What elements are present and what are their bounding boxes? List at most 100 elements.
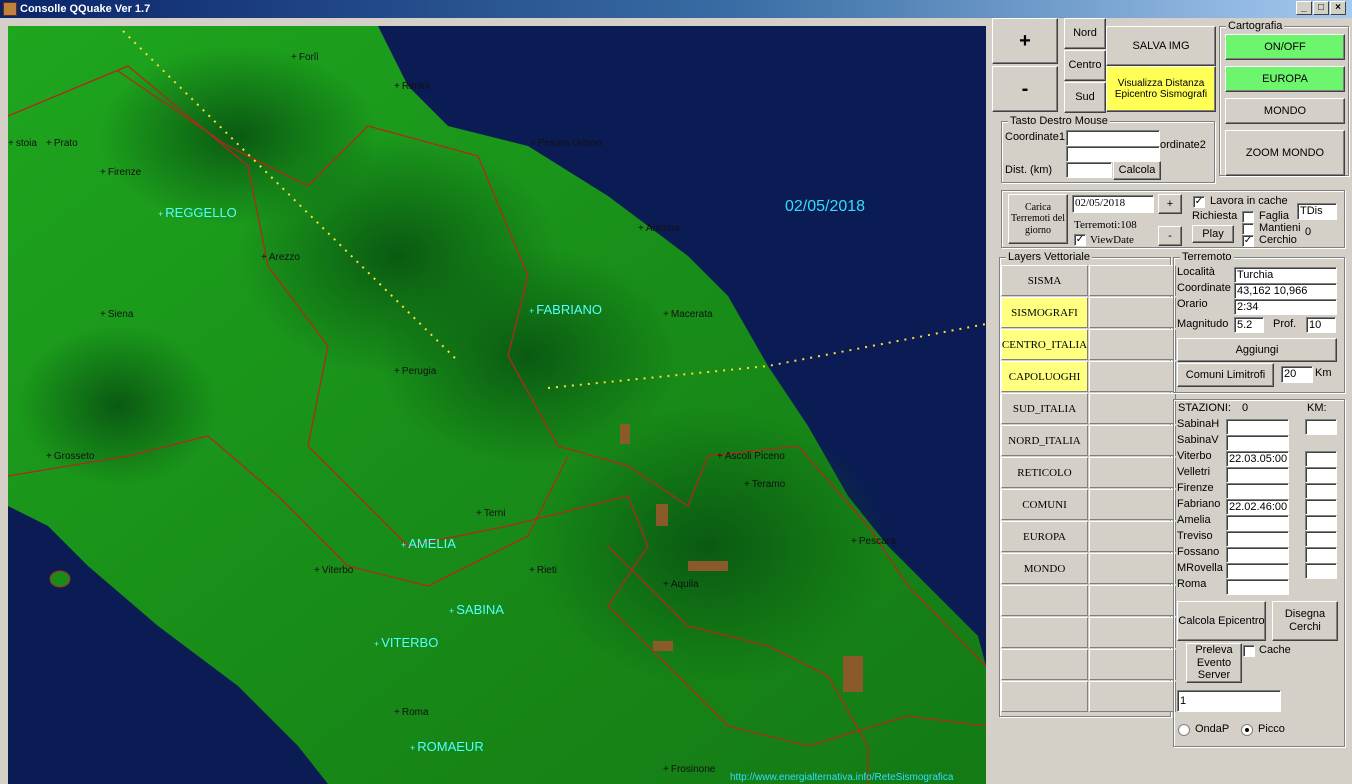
layer-empty[interactable] bbox=[1089, 585, 1176, 616]
station-km-field[interactable] bbox=[1305, 499, 1337, 515]
aggiungi-button[interactable]: Aggiungi bbox=[1177, 338, 1337, 362]
stazioni-km-field[interactable] bbox=[1305, 419, 1337, 435]
station-time-field[interactable] bbox=[1226, 531, 1289, 547]
layer-empty[interactable] bbox=[1001, 681, 1088, 712]
orario-field[interactable]: 2:34 bbox=[1234, 299, 1337, 315]
date-plus-button[interactable]: + bbox=[1158, 194, 1182, 214]
carica-terremoti-button[interactable]: Carica Terremoti del giorno bbox=[1008, 194, 1068, 244]
visualizza-distanza-button[interactable]: Visualizza Distanza Epicentro Sismografi bbox=[1106, 66, 1216, 112]
layer-nord-italia[interactable]: NORD_ITALIA bbox=[1001, 425, 1088, 456]
station-km-field[interactable] bbox=[1305, 483, 1337, 499]
station-km-field[interactable] bbox=[1305, 531, 1337, 547]
picco-radio[interactable] bbox=[1241, 724, 1253, 736]
layer-comuni[interactable]: COMUNI bbox=[1001, 489, 1088, 520]
layer-mondo[interactable]: MONDO bbox=[1001, 553, 1088, 584]
layer-empty[interactable] bbox=[1089, 617, 1176, 648]
station-km-field[interactable] bbox=[1305, 563, 1337, 579]
cerchio-checkbox[interactable]: ✓ bbox=[1242, 235, 1254, 247]
prof-field[interactable]: 10 bbox=[1306, 317, 1336, 333]
station-time-field[interactable] bbox=[1226, 419, 1289, 435]
disegna-cerchi-button[interactable]: Disegna Cerchi bbox=[1272, 601, 1338, 641]
layer-empty[interactable] bbox=[1001, 649, 1088, 680]
layer-empty[interactable] bbox=[1089, 393, 1176, 424]
centro-button[interactable]: Centro bbox=[1064, 50, 1106, 81]
preleva-evento-button[interactable]: Preleva Evento Server bbox=[1186, 643, 1242, 683]
ondap-radio[interactable] bbox=[1178, 724, 1190, 736]
station-km-field[interactable] bbox=[1305, 451, 1337, 467]
viewdate-label: ViewDate bbox=[1090, 234, 1134, 246]
map-city: Viterbo bbox=[314, 565, 354, 576]
play-button[interactable]: Play bbox=[1192, 225, 1234, 243]
mondo-button[interactable]: MONDO bbox=[1225, 98, 1345, 124]
station-time-field[interactable] bbox=[1226, 435, 1289, 451]
nord-button[interactable]: Nord bbox=[1064, 18, 1106, 49]
comuni-limitrofi-button[interactable]: Comuni Limitrofi bbox=[1177, 363, 1274, 387]
layer-empty[interactable] bbox=[1089, 457, 1176, 488]
layer-reticolo[interactable]: RETICOLO bbox=[1001, 457, 1088, 488]
zoom-in-button[interactable]: + bbox=[992, 18, 1058, 64]
layer-empty[interactable] bbox=[1089, 361, 1176, 392]
layer-europa[interactable]: EUROPA bbox=[1001, 521, 1088, 552]
station-time-field[interactable] bbox=[1226, 579, 1289, 595]
onoff-button[interactable]: ON/OFF bbox=[1225, 34, 1345, 60]
layer-empty[interactable] bbox=[1001, 585, 1088, 616]
station-km-field[interactable] bbox=[1305, 547, 1337, 563]
station-time-field[interactable] bbox=[1226, 547, 1289, 563]
station-km-field[interactable] bbox=[1305, 467, 1337, 483]
km-field[interactable]: 20 bbox=[1281, 366, 1313, 383]
sud-button[interactable]: Sud bbox=[1064, 82, 1106, 113]
station-time-field[interactable]: 22.03.05:00 bbox=[1226, 451, 1289, 467]
station-time-field[interactable]: 22.02.46:00 bbox=[1226, 499, 1289, 515]
layer-empty[interactable] bbox=[1089, 553, 1176, 584]
map-view[interactable]: Forlì Rimini stoia Prato Pesaro Urbino F… bbox=[8, 26, 986, 784]
cache-checkbox[interactable] bbox=[1243, 645, 1255, 657]
dist-field[interactable] bbox=[1066, 162, 1112, 178]
station-time-field[interactable] bbox=[1226, 483, 1289, 499]
layer-empty[interactable] bbox=[1089, 521, 1176, 552]
calcola-epicentro-button[interactable]: Calcola Epicentro bbox=[1177, 601, 1266, 641]
magnitudo-field[interactable]: 5.2 bbox=[1234, 317, 1264, 333]
localita-field[interactable]: Turchia bbox=[1234, 267, 1337, 283]
close-button[interactable]: × bbox=[1330, 1, 1346, 15]
zoom-out-button[interactable]: - bbox=[992, 66, 1058, 112]
stazioni-input[interactable]: 1 bbox=[1177, 690, 1281, 712]
layer-empty[interactable] bbox=[1089, 265, 1176, 296]
layer-empty[interactable] bbox=[1089, 425, 1176, 456]
zoom-mondo-button[interactable]: ZOOM MONDO bbox=[1225, 130, 1345, 176]
europa-button[interactable]: EUROPA bbox=[1225, 66, 1345, 92]
layer-centro-italia[interactable]: CENTRO_ITALIA bbox=[1001, 329, 1088, 360]
map-city: Siena bbox=[100, 309, 134, 320]
coord1-field[interactable] bbox=[1066, 130, 1160, 146]
layer-capoluoghi[interactable]: CAPOLUOGHI bbox=[1001, 361, 1088, 392]
station-name: Firenze bbox=[1177, 482, 1214, 494]
viewdate-checkbox[interactable]: ✓ bbox=[1074, 234, 1086, 246]
lavora-cache-checkbox[interactable]: ✓ bbox=[1193, 196, 1205, 208]
layer-sud-italia[interactable]: SUD_ITALIA bbox=[1001, 393, 1088, 424]
date-field[interactable]: 02/05/2018 bbox=[1072, 195, 1154, 213]
station-km-field[interactable] bbox=[1305, 515, 1337, 531]
date-minus-button[interactable]: - bbox=[1158, 226, 1182, 246]
station-time-field[interactable] bbox=[1226, 467, 1289, 483]
tdis-field[interactable]: TDis bbox=[1297, 203, 1337, 220]
layer-sisma[interactable]: SISMA bbox=[1001, 265, 1088, 296]
layer-empty[interactable] bbox=[1089, 681, 1176, 712]
layer-empty[interactable] bbox=[1001, 617, 1088, 648]
layer-sismografi[interactable]: SISMOGRAFI bbox=[1001, 297, 1088, 328]
calcola-distanza-button[interactable]: Calcola bbox=[1113, 161, 1161, 180]
mantieni-label: Mantieni bbox=[1259, 222, 1301, 234]
salva-img-button[interactable]: SALVA IMG bbox=[1106, 26, 1216, 66]
coord2-field[interactable] bbox=[1066, 146, 1160, 162]
mantieni-checkbox[interactable] bbox=[1242, 223, 1254, 235]
station-name: SabinaV bbox=[1177, 434, 1219, 446]
coordinate-field[interactable]: 43,162 10,966 bbox=[1234, 283, 1337, 299]
minimize-button[interactable]: _ bbox=[1296, 1, 1312, 15]
layer-empty[interactable] bbox=[1089, 297, 1176, 328]
layer-empty[interactable] bbox=[1089, 489, 1176, 520]
faglia-checkbox[interactable] bbox=[1242, 211, 1254, 223]
layer-empty[interactable] bbox=[1089, 649, 1176, 680]
station-time-field[interactable] bbox=[1226, 563, 1289, 579]
layer-empty[interactable] bbox=[1089, 329, 1176, 360]
station-time-field[interactable] bbox=[1226, 515, 1289, 531]
maximize-button[interactable]: □ bbox=[1313, 1, 1329, 15]
prof-label: Prof. bbox=[1273, 318, 1297, 330]
